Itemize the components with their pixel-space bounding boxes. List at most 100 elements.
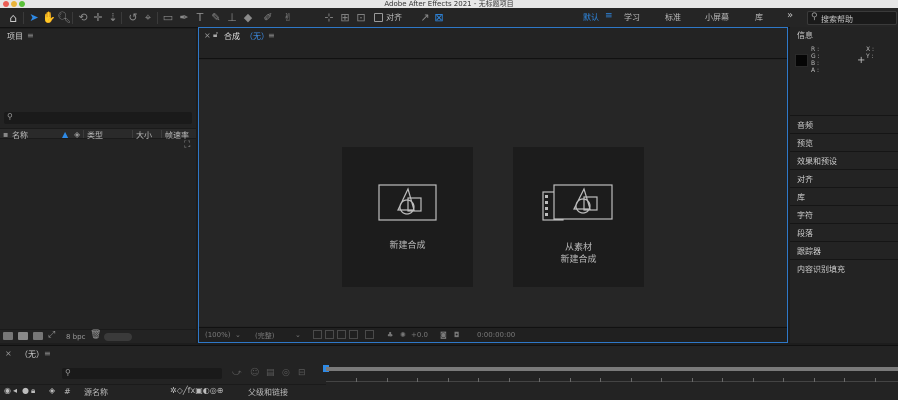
panel-align[interactable]: 对齐 — [790, 169, 898, 187]
workspace-small-screen[interactable]: 小屏幕 — [705, 12, 729, 23]
type-tool-icon[interactable]: T — [193, 10, 207, 26]
align-checkbox[interactable] — [374, 13, 383, 22]
clone-stamp-tool-icon[interactable]: ⊥ — [225, 10, 239, 26]
flowchart-icon[interactable]: ⛶ — [184, 140, 190, 150]
workspace-learn[interactable]: 学习 — [624, 12, 640, 23]
panel-content-aware-fill[interactable]: 内容识别填充 — [790, 259, 898, 277]
orbit-camera-icon[interactable]: ⟲ — [76, 10, 90, 26]
panel-audio[interactable]: 音频 — [790, 115, 898, 133]
rotation-tool-icon[interactable]: ↺ — [126, 10, 140, 26]
project-panel-title[interactable]: 项目 — [7, 31, 23, 42]
snapshot-icon[interactable]: ◙ — [440, 331, 447, 339]
transparency-grid-icon[interactable] — [325, 330, 334, 339]
panel-libraries[interactable]: 库 — [790, 187, 898, 205]
dependencies-icon[interactable]: ⤢ — [48, 330, 58, 340]
project-search-input[interactable]: ⚲ — [4, 112, 192, 124]
local-axis-icon[interactable]: ⊹ — [322, 10, 336, 26]
column-size[interactable]: 大小 — [136, 130, 152, 141]
region-of-interest-icon[interactable] — [349, 330, 358, 339]
column-layer-number[interactable]: # — [64, 387, 71, 396]
anchor-point-tool-icon[interactable]: ⌖ — [141, 10, 155, 26]
workspace-default[interactable]: 默认 — [583, 12, 599, 23]
current-timecode[interactable]: 0:00:00:00 — [477, 331, 515, 339]
new-folder-icon[interactable] — [18, 332, 28, 340]
workspace-libraries[interactable]: 库 — [755, 12, 763, 23]
column-parent-link[interactable]: 父级和链接 — [248, 387, 288, 398]
interpret-footage-icon[interactable] — [3, 332, 13, 340]
panel-menu-icon[interactable]: ≡ — [27, 31, 34, 40]
close-tab-icon[interactable]: × — [204, 31, 211, 40]
resolution-dropdown[interactable]: (完整) — [255, 331, 274, 341]
panel-menu-icon[interactable]: ≡ — [44, 349, 51, 358]
column-name[interactable]: 名称 — [12, 130, 28, 141]
trash-icon[interactable]: 🗑︎ — [90, 330, 101, 340]
lock-icon[interactable]: 🔒︎ — [31, 386, 35, 396]
mask-visibility-icon[interactable] — [337, 330, 346, 339]
motion-blur-icon[interactable]: ◎ — [282, 368, 290, 378]
bit-depth-button[interactable]: 8 bpc — [66, 333, 85, 341]
exposure-value[interactable]: +0.0 — [411, 331, 428, 339]
show-snapshot-icon[interactable]: ◘ — [454, 331, 460, 339]
view-axis-icon[interactable]: ⊡ — [354, 10, 368, 26]
puppet-tool-icon[interactable]: ✌ — [281, 10, 295, 26]
grid-guides-icon[interactable] — [365, 330, 374, 339]
sort-ascending-icon[interactable]: ▲ — [62, 130, 68, 139]
snap-grid-icon[interactable]: ⊠ — [432, 10, 446, 26]
timeline-search-input[interactable]: ⚲ — [62, 368, 222, 379]
timeline-tab-label[interactable]: （无） — [20, 349, 44, 360]
exposure-icon[interactable]: ✺ — [400, 331, 406, 339]
roto-brush-tool-icon[interactable]: ✐ — [261, 10, 275, 26]
panel-effects-presets[interactable]: 效果和预设 — [790, 151, 898, 169]
lock-icon[interactable]: 🔓︎ — [213, 30, 218, 40]
help-search-input[interactable]: ⚲ 搜索帮助 — [807, 11, 897, 25]
pen-tool-icon[interactable]: ✒ — [177, 10, 191, 26]
fast-previews-icon[interactable] — [313, 330, 322, 339]
selection-tool-icon[interactable]: ➤ — [27, 10, 41, 26]
work-area-bar[interactable] — [326, 367, 898, 371]
hand-tool-icon[interactable]: ✋ — [42, 10, 56, 26]
world-axis-icon[interactable]: ⊞ — [338, 10, 352, 26]
panel-menu-icon[interactable]: ≡ — [268, 31, 275, 40]
composition-tab-value[interactable]: （无） — [245, 31, 269, 42]
video-visibility-icon[interactable]: ◉ — [4, 386, 11, 395]
audio-icon[interactable]: ◂ — [13, 386, 17, 395]
workspace-standard[interactable]: 标准 — [665, 12, 681, 23]
column-source-name[interactable]: 源名称 — [84, 387, 108, 398]
label-tag-icon[interactable]: ◈ — [49, 386, 55, 395]
switches-icons[interactable]: ✲◇╱fx▣◐◎⊕ — [170, 386, 223, 395]
shy-layers-icon[interactable]: ☺ — [250, 368, 259, 378]
thumbnail-slider[interactable] — [104, 333, 132, 341]
magnification-dropdown[interactable]: (100%) — [205, 331, 230, 339]
time-ruler[interactable] — [326, 372, 898, 382]
new-composition-card[interactable]: 新建合成 — [342, 147, 473, 287]
panel-preview[interactable]: 预览 — [790, 133, 898, 151]
frame-blending-icon[interactable]: ▤ — [266, 368, 275, 378]
panel-character[interactable]: 字符 — [790, 205, 898, 223]
panel-paragraph[interactable]: 段落 — [790, 223, 898, 241]
close-tab-icon[interactable]: × — [5, 349, 12, 358]
home-icon[interactable]: ⌂ — [6, 10, 20, 26]
rectangle-tool-icon[interactable]: ▭ — [161, 10, 175, 26]
column-type[interactable]: 类型 — [87, 130, 103, 141]
eraser-tool-icon[interactable]: ◆ — [241, 10, 255, 26]
brush-tool-icon[interactable]: ✎ — [209, 10, 223, 26]
composition-tab-label[interactable]: 合成 — [224, 31, 240, 42]
dolly-camera-icon[interactable]: ⇣ — [106, 10, 120, 26]
comp-flowchart-icon[interactable]: ⤻ — [232, 368, 242, 378]
pan-camera-icon[interactable]: ✛ — [91, 10, 105, 26]
show-channel-icon[interactable]: ♣ — [387, 331, 393, 339]
snapping-icon[interactable]: ↗ — [418, 10, 432, 26]
tag-icon[interactable]: ◈ — [74, 130, 80, 139]
more-workspaces-button[interactable]: » — [787, 10, 793, 21]
info-panel-title[interactable]: 信息 — [797, 30, 813, 41]
workspace-menu-icon[interactable]: ≡ — [605, 11, 613, 21]
dropdown-chevron-icon[interactable]: ⌄ — [235, 331, 241, 339]
graph-editor-icon[interactable]: ⊟ — [298, 368, 306, 378]
dropdown-chevron-icon[interactable]: ⌄ — [295, 331, 301, 339]
new-composition-icon[interactable] — [33, 332, 43, 340]
zoom-tool-icon[interactable]: 🔍︎ — [57, 10, 71, 26]
solo-icon[interactable]: ● — [22, 386, 29, 395]
new-comp-from-footage-card[interactable]: 从素材 新建合成 — [513, 147, 644, 287]
panel-tracker[interactable]: 跟踪器 — [790, 241, 898, 259]
label-column-icon[interactable]: ▪ — [3, 130, 8, 139]
